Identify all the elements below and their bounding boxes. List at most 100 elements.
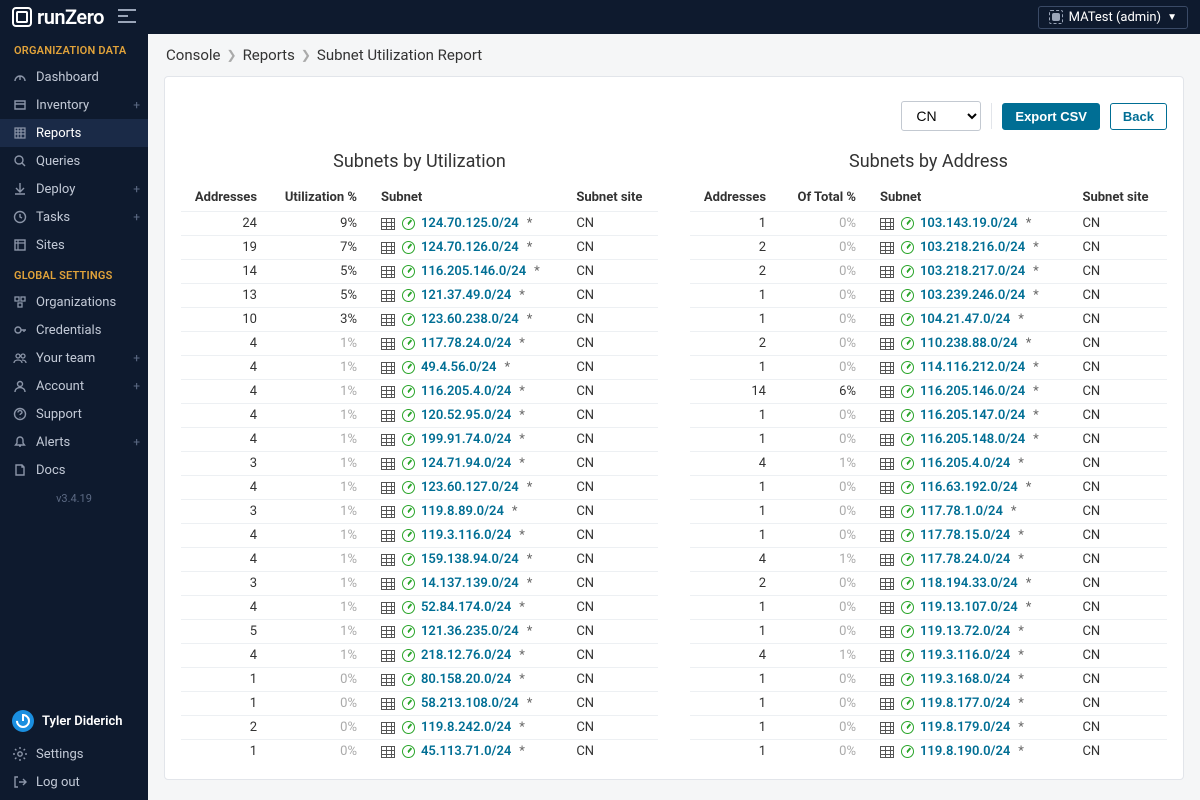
- grid-icon[interactable]: [880, 361, 894, 375]
- coverage-icon[interactable]: [900, 217, 914, 231]
- subnet-link[interactable]: 45.113.71.0/24: [421, 744, 511, 759]
- grid-icon[interactable]: [381, 385, 395, 399]
- coverage-icon[interactable]: [900, 457, 914, 471]
- subnet-link[interactable]: 119.3.168.0/24: [920, 672, 1010, 687]
- sidebar-item-settings[interactable]: Settings: [0, 740, 148, 768]
- subnet-link[interactable]: 124.71.94.0/24: [421, 456, 511, 471]
- brand-logo[interactable]: runZero: [12, 5, 104, 29]
- coverage-icon[interactable]: [401, 673, 415, 687]
- subnet-link[interactable]: 116.63.192.0/24: [920, 480, 1018, 495]
- grid-icon[interactable]: [381, 313, 395, 327]
- menu-toggle-icon[interactable]: [118, 7, 136, 28]
- grid-icon[interactable]: [880, 625, 894, 639]
- coverage-icon[interactable]: [401, 289, 415, 303]
- grid-icon[interactable]: [381, 505, 395, 519]
- subnet-link[interactable]: 104.21.47.0/24: [920, 312, 1010, 327]
- sidebar-item-logout[interactable]: Log out: [0, 768, 148, 796]
- subnet-link[interactable]: 124.70.125.0/24: [421, 216, 519, 231]
- sidebar-item-inventory[interactable]: Inventory+: [0, 91, 148, 119]
- grid-icon[interactable]: [381, 217, 395, 231]
- sidebar-item-deploy[interactable]: Deploy+: [0, 175, 148, 203]
- subnet-link[interactable]: 124.70.126.0/24: [421, 240, 519, 255]
- subnet-link[interactable]: 49.4.56.0/24: [421, 360, 496, 375]
- coverage-icon[interactable]: [900, 529, 914, 543]
- coverage-icon[interactable]: [900, 577, 914, 591]
- subnet-link[interactable]: 58.213.108.0/24: [421, 696, 519, 711]
- coverage-icon[interactable]: [401, 217, 415, 231]
- grid-icon[interactable]: [880, 697, 894, 711]
- subnet-link[interactable]: 121.37.49.0/24: [421, 288, 511, 303]
- export-csv-button[interactable]: Export CSV: [1002, 103, 1100, 130]
- grid-icon[interactable]: [381, 481, 395, 495]
- site-select[interactable]: CN: [901, 101, 981, 131]
- grid-icon[interactable]: [381, 649, 395, 663]
- subnet-link[interactable]: 218.12.76.0/24: [421, 648, 511, 663]
- subnet-link[interactable]: 114.116.212.0/24: [920, 360, 1025, 375]
- subnet-link[interactable]: 121.36.235.0/24: [421, 624, 519, 639]
- coverage-icon[interactable]: [900, 409, 914, 423]
- coverage-icon[interactable]: [401, 241, 415, 255]
- coverage-icon[interactable]: [401, 409, 415, 423]
- grid-icon[interactable]: [880, 265, 894, 279]
- grid-icon[interactable]: [880, 409, 894, 423]
- grid-icon[interactable]: [381, 409, 395, 423]
- plus-icon[interactable]: +: [133, 98, 140, 112]
- subnet-link[interactable]: 103.218.216.0/24: [920, 240, 1025, 255]
- coverage-icon[interactable]: [900, 745, 914, 759]
- back-button[interactable]: Back: [1110, 103, 1167, 130]
- subnet-link[interactable]: 52.84.174.0/24: [421, 600, 511, 615]
- grid-icon[interactable]: [880, 313, 894, 327]
- grid-icon[interactable]: [880, 577, 894, 591]
- grid-icon[interactable]: [381, 745, 395, 759]
- coverage-icon[interactable]: [900, 649, 914, 663]
- subnet-link[interactable]: 117.78.1.0/24: [920, 504, 1003, 519]
- coverage-icon[interactable]: [401, 265, 415, 279]
- grid-icon[interactable]: [381, 265, 395, 279]
- coverage-icon[interactable]: [900, 433, 914, 447]
- grid-icon[interactable]: [880, 505, 894, 519]
- subnet-link[interactable]: 119.3.116.0/24: [421, 528, 511, 543]
- coverage-icon[interactable]: [401, 481, 415, 495]
- subnet-link[interactable]: 103.143.19.0/24: [920, 216, 1018, 231]
- subnet-link[interactable]: 119.3.116.0/24: [920, 648, 1010, 663]
- coverage-icon[interactable]: [401, 553, 415, 567]
- coverage-icon[interactable]: [401, 649, 415, 663]
- sidebar-item-queries[interactable]: Queries: [0, 147, 148, 175]
- sidebar-item-support[interactable]: Support: [0, 400, 148, 428]
- plus-icon[interactable]: +: [133, 435, 140, 449]
- coverage-icon[interactable]: [401, 385, 415, 399]
- sidebar-item-tasks[interactable]: Tasks+: [0, 203, 148, 231]
- coverage-icon[interactable]: [900, 505, 914, 519]
- coverage-icon[interactable]: [401, 721, 415, 735]
- grid-icon[interactable]: [880, 337, 894, 351]
- coverage-icon[interactable]: [900, 697, 914, 711]
- grid-icon[interactable]: [880, 649, 894, 663]
- sidebar-user[interactable]: Tyler Diderich: [0, 702, 148, 740]
- sidebar-item-credentials[interactable]: Credentials: [0, 316, 148, 344]
- grid-icon[interactable]: [880, 601, 894, 615]
- grid-icon[interactable]: [381, 625, 395, 639]
- breadcrumb-reports[interactable]: Reports: [243, 46, 295, 64]
- subnet-link[interactable]: 103.218.217.0/24: [920, 264, 1025, 279]
- coverage-icon[interactable]: [401, 697, 415, 711]
- org-switcher[interactable]: MATest (admin) ▼: [1038, 6, 1188, 29]
- sidebar-item-account[interactable]: Account+: [0, 372, 148, 400]
- grid-icon[interactable]: [381, 433, 395, 447]
- sidebar-item-your-team[interactable]: Your team+: [0, 344, 148, 372]
- sidebar-item-sites[interactable]: Sites: [0, 231, 148, 259]
- grid-icon[interactable]: [381, 577, 395, 591]
- subnet-link[interactable]: 123.60.238.0/24: [421, 312, 519, 327]
- grid-icon[interactable]: [880, 721, 894, 735]
- subnet-link[interactable]: 199.91.74.0/24: [421, 432, 511, 447]
- coverage-icon[interactable]: [401, 505, 415, 519]
- sidebar-item-docs[interactable]: Docs: [0, 456, 148, 484]
- coverage-icon[interactable]: [900, 625, 914, 639]
- grid-icon[interactable]: [880, 241, 894, 255]
- subnet-link[interactable]: 119.8.190.0/24: [920, 744, 1010, 759]
- coverage-icon[interactable]: [900, 265, 914, 279]
- grid-icon[interactable]: [880, 745, 894, 759]
- sidebar-item-dashboard[interactable]: Dashboard: [0, 63, 148, 91]
- subnet-link[interactable]: 116.205.146.0/24: [421, 264, 526, 279]
- sidebar-item-reports[interactable]: Reports: [0, 119, 148, 147]
- grid-icon[interactable]: [381, 361, 395, 375]
